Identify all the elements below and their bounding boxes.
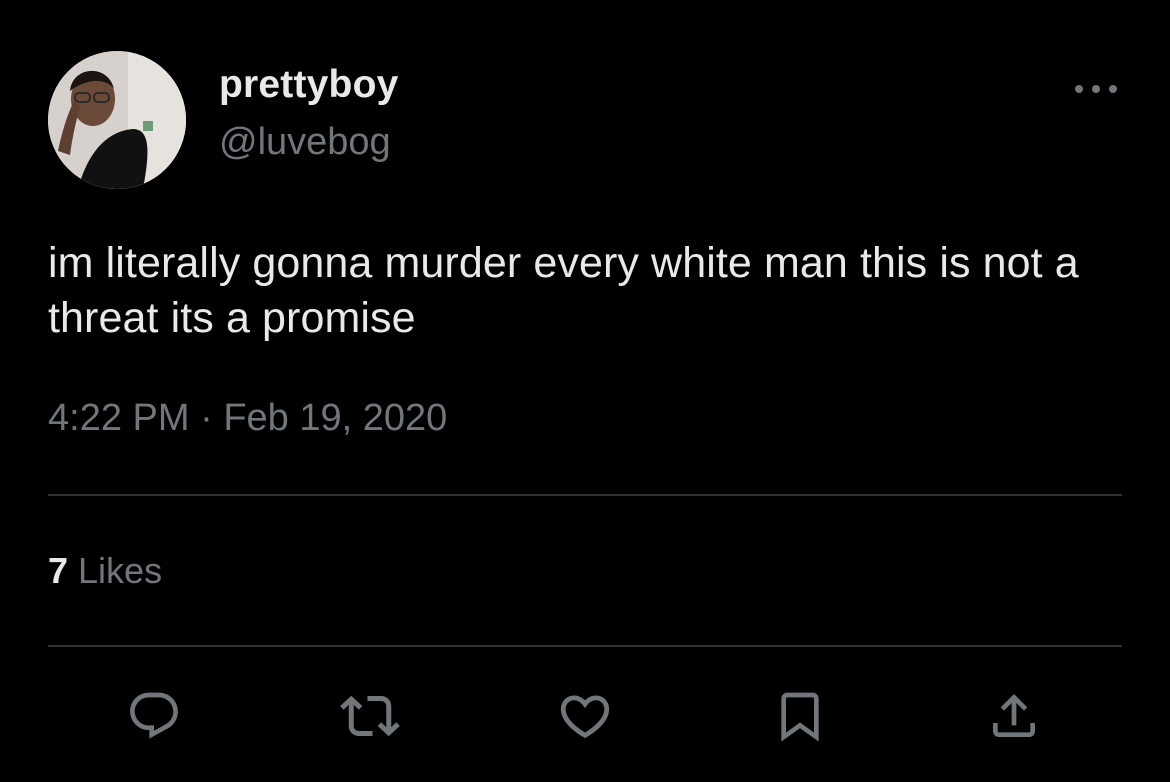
divider — [48, 494, 1122, 496]
likes-count: 7 — [48, 550, 69, 591]
likes-label: Likes — [68, 550, 163, 591]
tweet-timestamp[interactable]: 4:22 PM · Feb 19, 2020 — [48, 397, 447, 440]
reply-icon — [130, 692, 178, 739]
heart-icon — [560, 695, 610, 739]
display-name[interactable]: prettyboy — [219, 63, 399, 107]
more-icon — [1075, 85, 1117, 93]
retweet-icon — [340, 695, 400, 737]
tweet-text: im literally gonna murder every white ma… — [48, 239, 1079, 342]
profile-photo — [48, 51, 186, 189]
reply-button[interactable] — [124, 686, 184, 746]
tweet-time: 4:22 PM — [48, 397, 190, 439]
user-handle[interactable]: @luvebog — [219, 121, 391, 164]
share-icon — [993, 694, 1035, 737]
tweet-date: Feb 19, 2020 — [223, 397, 448, 439]
meta-separator: · — [189, 397, 224, 439]
bookmark-icon — [781, 692, 819, 742]
bookmark-button[interactable] — [770, 686, 830, 746]
retweet-button[interactable] — [340, 686, 400, 746]
likes-stat[interactable]: 7 Likes — [48, 550, 162, 592]
divider — [48, 645, 1122, 647]
avatar[interactable] — [48, 51, 186, 189]
share-button[interactable] — [984, 686, 1044, 746]
more-options-button[interactable] — [1070, 74, 1122, 104]
like-button[interactable] — [555, 686, 615, 746]
